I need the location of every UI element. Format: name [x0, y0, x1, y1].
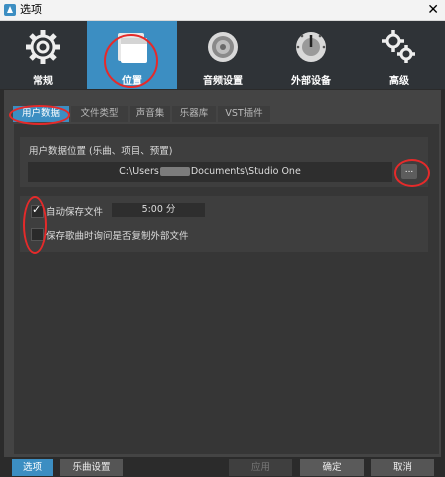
tab-vst-plugins[interactable]: VST插件: [218, 106, 270, 122]
toolbar-general-label: 常规: [33, 76, 53, 87]
cancel-button[interactable]: 取消: [371, 459, 434, 476]
autosave-section: ✓ 自动保存文件 5:00 分 保存歌曲时询问是否复制外部文件: [20, 196, 428, 252]
apply-button[interactable]: 应用: [229, 459, 292, 476]
browse-button[interactable]: ...: [401, 164, 417, 179]
user-data-section: 用户数据位置 (乐曲、项目、预置) C:\Users Documents\Stud…: [20, 137, 428, 187]
folder-icon: [118, 33, 147, 63]
autosave-checkbox[interactable]: ✓: [31, 203, 44, 218]
toolbar-location-button[interactable]: 位置: [87, 21, 177, 89]
autosave-interval-field[interactable]: 5:00 分: [112, 203, 205, 217]
user-data-location-label: 用户数据位置 (乐曲、项目、预置): [29, 146, 173, 157]
toolbar-advanced-label: 高级: [389, 76, 409, 87]
gears-icon: [382, 30, 415, 63]
copy-external-checkbox[interactable]: [31, 228, 44, 241]
tab-instrument-library[interactable]: 乐器库: [172, 106, 216, 122]
toolbar-audio-button[interactable]: 音频设置: [180, 21, 266, 89]
song-settings-button[interactable]: 乐曲设置: [60, 459, 123, 476]
app-icon: [4, 4, 16, 16]
toolbar-location-label: 位置: [122, 76, 142, 87]
toolbar-external-button[interactable]: 外部设备: [268, 21, 354, 89]
path-suffix: Documents\Studio One: [190, 166, 301, 177]
redacted-username: [159, 167, 190, 176]
autosave-label: 自动保存文件: [46, 207, 104, 218]
close-icon[interactable]: ✕: [427, 1, 439, 19]
title-bar: 选项 ✕: [0, 0, 445, 21]
speaker-icon: [208, 32, 238, 62]
gear-icon: [26, 30, 60, 64]
user-data-path-field[interactable]: C:\Users Documents\Studio One: [28, 162, 392, 182]
tab-user-data[interactable]: 用户数据: [13, 106, 69, 122]
ok-button[interactable]: 确定: [300, 459, 364, 476]
tab-file-types[interactable]: 文件类型: [71, 106, 128, 122]
toolbar-advanced-button[interactable]: 高级: [356, 21, 442, 89]
toolbar-audio-label: 音频设置: [203, 76, 243, 87]
toolbar-general-button[interactable]: 常规: [0, 21, 86, 89]
toolbar-external-label: 外部设备: [291, 76, 331, 87]
category-toolbar: 常规 位置 音频设置 外部设备 高级: [0, 21, 445, 89]
path-prefix: C:\Users: [119, 166, 159, 177]
options-button[interactable]: 选项: [12, 459, 53, 476]
window-title: 选项: [20, 3, 42, 16]
knob-icon: [296, 32, 326, 62]
copy-external-label: 保存歌曲时询问是否复制外部文件: [46, 231, 189, 242]
tab-sound-sets[interactable]: 声音集: [130, 106, 170, 122]
checkmark-icon: ✓: [32, 203, 42, 216]
